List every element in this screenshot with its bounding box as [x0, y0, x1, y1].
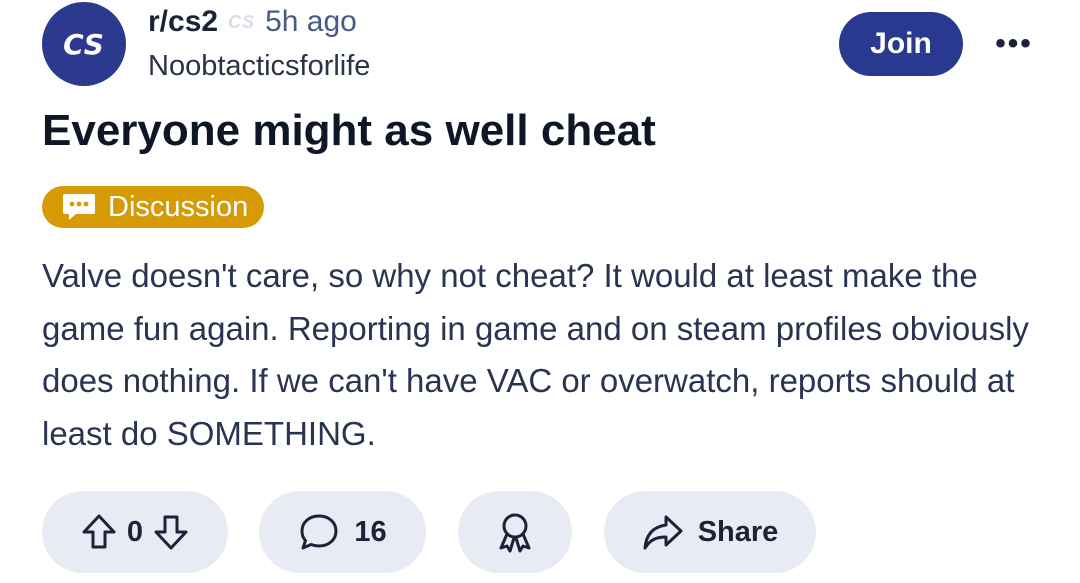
- arrow-up-icon[interactable]: [79, 512, 119, 552]
- comments-button[interactable]: 16: [259, 491, 426, 573]
- share-arrow-icon: [643, 515, 683, 550]
- award-button[interactable]: [458, 491, 572, 573]
- speech-bubble-dots-icon: [63, 194, 95, 220]
- join-button[interactable]: Join: [839, 12, 963, 76]
- post-time: 5h ago: [265, 5, 357, 38]
- share-label: Share: [697, 515, 779, 548]
- comment-count: 16: [354, 515, 387, 548]
- post-meta: r/cs2 CS 5h ago: [148, 4, 357, 40]
- subreddit-avatar[interactable]: CS: [42, 2, 126, 86]
- post-title: Everyone might as well cheat: [42, 106, 656, 155]
- subreddit-flair-logo: CS: [228, 11, 256, 32]
- post-body: Valve doesn't care, so why not cheat? It…: [42, 257, 1029, 452]
- subreddit-name[interactable]: r/cs2: [148, 5, 218, 39]
- vote-bar: 0: [42, 491, 228, 573]
- arrow-down-icon[interactable]: [151, 512, 191, 552]
- comment-bubble-icon: [300, 514, 338, 550]
- subreddit-avatar-logo: CS: [63, 27, 105, 61]
- share-button[interactable]: Share: [604, 491, 816, 573]
- flair-label: Discussion: [108, 190, 249, 223]
- award-ribbon-icon: [499, 513, 531, 553]
- more-options-button[interactable]: •••: [990, 24, 1038, 64]
- post-flair: Discussion: [42, 186, 265, 228]
- vote-count: 0: [126, 515, 144, 548]
- post-author[interactable]: Noobtacticsforlife: [148, 50, 370, 83]
